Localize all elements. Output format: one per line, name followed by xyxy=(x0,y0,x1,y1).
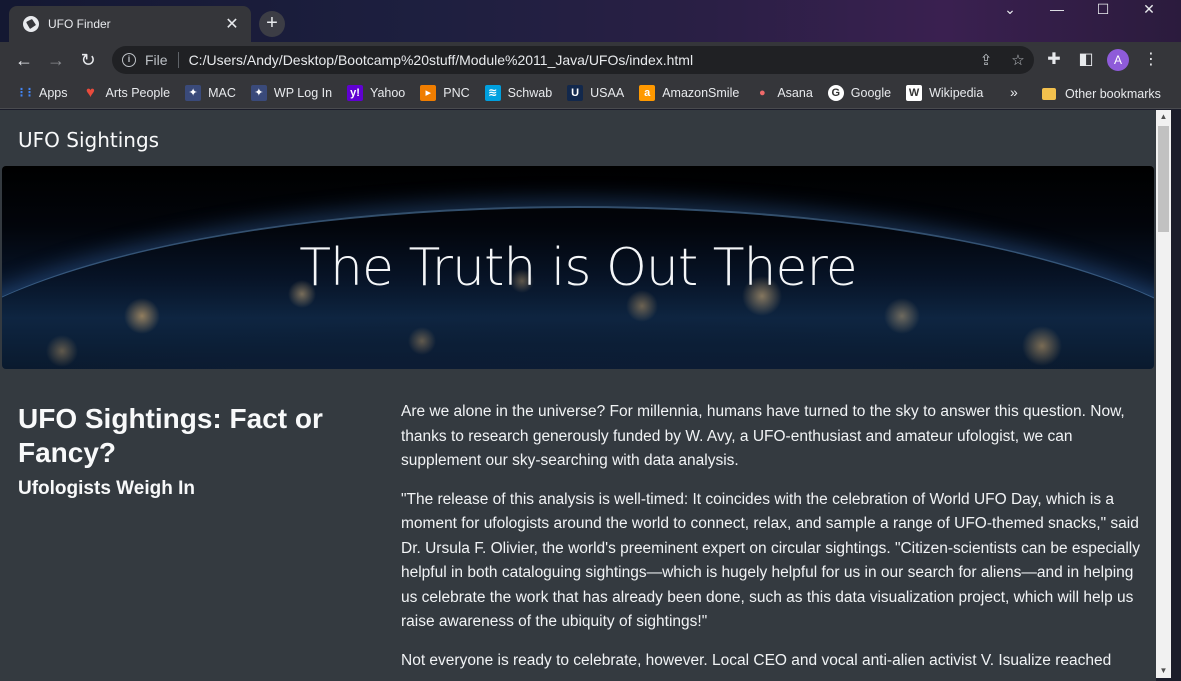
bookmark-yahoo[interactable]: y! Yahoo xyxy=(347,85,405,101)
extensions-puzzle-icon[interactable]: ✚ xyxy=(1038,46,1070,74)
tab-close-button[interactable]: ✕ xyxy=(223,14,241,34)
reload-icon[interactable]: ↻ xyxy=(72,44,104,76)
bookmark-amazonsmile[interactable]: a AmazonSmile xyxy=(639,85,739,101)
desktop-background xyxy=(1171,110,1181,681)
yahoo-icon: y! xyxy=(347,85,364,101)
bookmark-wp-log-in[interactable]: ✦ WP Log In xyxy=(250,85,333,101)
url-text[interactable]: C:/Users/Andy/Desktop/Bootcamp%20stuff/M… xyxy=(189,52,970,68)
bookmark-wikipedia[interactable]: W Wikipedia xyxy=(906,85,983,101)
browser-toolbar: ← → ↻ i File C:/Users/Andy/Desktop/Bootc… xyxy=(0,42,1181,78)
bookmark-label: WP Log In xyxy=(273,86,333,100)
forward-arrow-icon[interactable]: → xyxy=(40,44,72,76)
scroll-down-arrow-icon[interactable]: ▼ xyxy=(1156,664,1171,678)
globe-icon xyxy=(23,16,39,32)
bookmark-asana[interactable]: ● Asana xyxy=(754,85,813,101)
url-scheme: File xyxy=(145,52,168,68)
page-viewport: UFO Sightings The Truth is Out There UFO… xyxy=(0,110,1156,681)
bookmark-label: Wikipedia xyxy=(929,86,984,100)
google-icon: G xyxy=(827,85,844,101)
bookmark-label: Schwab xyxy=(507,86,553,100)
side-panel-icon[interactable]: ◧ xyxy=(1070,46,1102,74)
close-window-button[interactable]: ✕ xyxy=(1126,0,1172,20)
other-bookmarks-label: Other bookmarks xyxy=(1065,86,1161,101)
bookmark-schwab[interactable]: ≋ Schwab xyxy=(484,85,553,101)
hero-title: The Truth is Out There xyxy=(299,238,857,298)
minimize-button[interactable]: — xyxy=(1034,0,1080,20)
bookmarks-overflow-chevron-icon[interactable]: » xyxy=(1010,84,1018,100)
bookmark-label: AmazonSmile xyxy=(662,86,740,100)
menu-kebab-icon[interactable]: ⋮ xyxy=(1135,46,1167,74)
back-arrow-icon[interactable]: ← xyxy=(8,44,40,76)
divider xyxy=(177,52,179,68)
bookmark-arts-people[interactable]: ♥ Arts People xyxy=(83,84,171,101)
bookmark-label: Arts People xyxy=(105,86,171,100)
asana-icon: ● xyxy=(759,87,766,99)
amazon-icon: a xyxy=(639,85,656,101)
bookmarks-bar: ⋮⋮ Apps ♥ Arts People ✦ MAC ✦ WP Log In y! Yahoo ▸… xyxy=(0,78,1181,109)
bookmark-pnc[interactable]: ▸ PNC xyxy=(420,85,470,101)
new-tab-button[interactable]: + xyxy=(259,11,285,37)
star-bookmark-icon[interactable]: ☆ xyxy=(1002,51,1034,69)
bookmark-label: Google xyxy=(850,86,892,100)
browser-tab[interactable]: UFO Finder ✕ xyxy=(9,6,251,42)
folder-icon xyxy=(1042,87,1056,100)
article-paragraph: "The release of this analysis is well-ti… xyxy=(401,490,1140,631)
article-body: Are we alone in the universe? For millen… xyxy=(401,400,1141,681)
pnc-icon: ▸ xyxy=(420,85,437,101)
window-titlebar: UFO Finder ✕ + ⌄ — ☐ ✕ xyxy=(0,0,1181,42)
bookmark-usaa[interactable]: U USAA xyxy=(567,85,624,101)
navbar-brand[interactable]: UFO Sightings xyxy=(18,128,159,152)
bookmark-label: MAC xyxy=(208,86,236,100)
article-paragraph: Are we alone in the universe? For millen… xyxy=(401,403,1125,469)
bookmark-label: Yahoo xyxy=(370,86,406,100)
scrollbar-thumb[interactable] xyxy=(1158,126,1169,232)
article-title: UFO Sightings: Fact or Fancy? xyxy=(18,403,323,468)
bookmark-apps[interactable]: ⋮⋮ Apps xyxy=(16,85,68,101)
share-icon[interactable]: ⇪ xyxy=(970,51,1002,69)
profile-avatar[interactable]: A xyxy=(1107,49,1129,71)
usaa-icon: U xyxy=(567,85,584,101)
info-icon[interactable]: i xyxy=(122,53,136,67)
wp-logo-icon: ✦ xyxy=(250,85,267,101)
mac-logo-icon: ✦ xyxy=(185,85,202,101)
address-bar[interactable]: i File C:/Users/Andy/Desktop/Bootcamp%20… xyxy=(112,46,1034,74)
bookmark-google[interactable]: G Google xyxy=(827,85,892,101)
page-scrollbar[interactable]: ▲ ▼ xyxy=(1156,110,1171,678)
wikipedia-icon: W xyxy=(906,85,923,101)
tab-search-button[interactable]: ⌄ xyxy=(987,0,1033,20)
bookmark-mac[interactable]: ✦ MAC xyxy=(185,85,236,101)
bookmark-label: Apps xyxy=(39,86,68,100)
apps-grid-icon: ⋮⋮ xyxy=(16,87,35,99)
maximize-button[interactable]: ☐ xyxy=(1080,0,1126,20)
bookmark-label: Asana xyxy=(777,86,813,100)
heart-icon: ♥ xyxy=(86,84,95,101)
article-paragraph: Not everyone is ready to celebrate, howe… xyxy=(401,651,1112,669)
bookmark-label: USAA xyxy=(590,86,625,100)
article-heading-column: UFO Sightings: Fact or Fancy? Ufologists… xyxy=(18,402,378,502)
schwab-icon: ≋ xyxy=(484,85,501,101)
tab-title: UFO Finder xyxy=(48,17,111,31)
article-subtitle: Ufologists Weigh In xyxy=(18,478,195,499)
bookmark-label: PNC xyxy=(443,86,470,100)
hero-banner: The Truth is Out There xyxy=(2,166,1154,369)
scroll-up-arrow-icon[interactable]: ▲ xyxy=(1156,110,1171,124)
other-bookmarks-folder[interactable]: Other bookmarks xyxy=(1042,78,1161,109)
